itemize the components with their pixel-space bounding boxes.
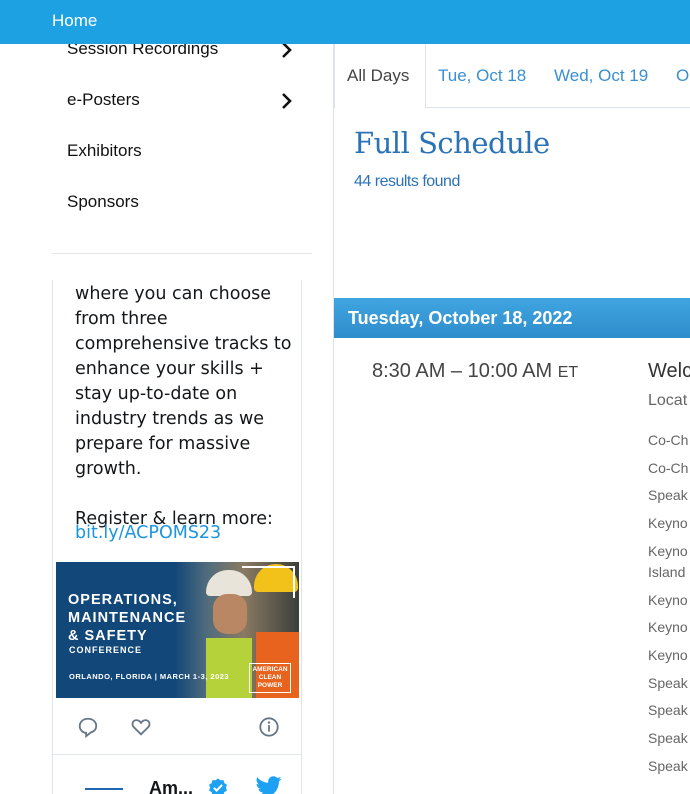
- schedule-panel: All Days Tue, Oct 18 Wed, Oct 19 O Full …: [333, 43, 690, 794]
- speaker-role: Keyno: [648, 515, 688, 531]
- tab-tue-oct-18[interactable]: Tue, Oct 18: [438, 66, 526, 86]
- day-header: Tuesday, October 18, 2022: [334, 298, 690, 338]
- tab-wed-oct-19[interactable]: Wed, Oct 19: [554, 66, 648, 86]
- reply-icon[interactable]: [77, 716, 99, 738]
- verified-icon: [209, 778, 227, 794]
- speaker-role: Speak: [648, 675, 688, 691]
- speaker-role: Co-Ch: [648, 432, 689, 448]
- speaker-role: Keyno: [648, 592, 688, 608]
- session-time-range: 8:30 AM – 10:00 AM: [372, 360, 553, 382]
- chevron-right-icon[interactable]: [280, 92, 292, 110]
- banner-date: ORLANDO, FLORIDA | MARCH 1-3, 2023: [69, 672, 230, 681]
- tweet-divider: [53, 754, 301, 755]
- conference-banner-image[interactable]: OPERATIONS, MAINTENANCE & SAFETY CONFERE…: [56, 562, 299, 698]
- speaker-role: Speak: [648, 487, 688, 503]
- banner-title: OPERATIONS, MAINTENANCE & SAFETY: [68, 592, 187, 644]
- speaker-role: Island: [648, 564, 686, 580]
- acp-logo: AMERICAN CLEAN POWER: [249, 663, 291, 693]
- banner-subtitle: CONFERENCE: [69, 645, 143, 655]
- top-navigation-bar: Home: [0, 0, 690, 44]
- day-header-label: Tuesday, October 18, 2022: [348, 308, 573, 328]
- tweet-actions: [53, 714, 301, 744]
- twitter-embed: where you can choose from three comprehe…: [52, 280, 302, 794]
- vest-shape: [206, 638, 252, 698]
- sidebar-item-sponsors[interactable]: Sponsors: [67, 192, 139, 212]
- session-location: Locat: [648, 392, 688, 409]
- twitter-bird-icon[interactable]: [256, 776, 282, 794]
- sidebar: Session Recordings e-Posters Exhibitors …: [0, 0, 320, 794]
- speaker-role: Keyno: [648, 543, 688, 559]
- sidebar-divider: [52, 253, 312, 254]
- session-time: 8:30 AM – 10:00 AM ET: [372, 360, 578, 383]
- speaker-role: Keyno: [648, 647, 688, 663]
- speaker-role: Co-Ch: [648, 460, 689, 476]
- speaker-role: Speak: [648, 702, 688, 718]
- tab-all-days[interactable]: All Days: [347, 66, 409, 86]
- results-count: 44 results found: [354, 173, 460, 190]
- speaker-role: Speak: [648, 758, 688, 774]
- banner-frame: [242, 566, 295, 598]
- like-icon[interactable]: [130, 716, 152, 738]
- tweet-link[interactable]: bit.ly/ACPOMS23: [75, 523, 221, 543]
- speaker-role: Keyno: [648, 619, 688, 635]
- tweet-text: where you can choose from three comprehe…: [75, 284, 292, 529]
- sidebar-item-exhibitors[interactable]: Exhibitors: [67, 141, 142, 161]
- face-shape: [213, 594, 247, 634]
- tab-next-day[interactable]: O: [676, 66, 689, 86]
- sidebar-item-e-posters[interactable]: e-Posters: [67, 90, 140, 110]
- info-icon[interactable]: [258, 716, 280, 738]
- home-link[interactable]: Home: [52, 11, 97, 31]
- page-title: Full Schedule: [354, 126, 550, 160]
- day-tabs: All Days Tue, Oct 18 Wed, Oct 19 O: [334, 43, 690, 109]
- session-title[interactable]: Welc: [648, 360, 690, 383]
- author-avatar[interactable]: [85, 788, 123, 794]
- tweet-author-name[interactable]: Am...: [149, 778, 193, 794]
- speaker-role: Speak: [648, 730, 688, 746]
- session-timezone: ET: [557, 364, 579, 381]
